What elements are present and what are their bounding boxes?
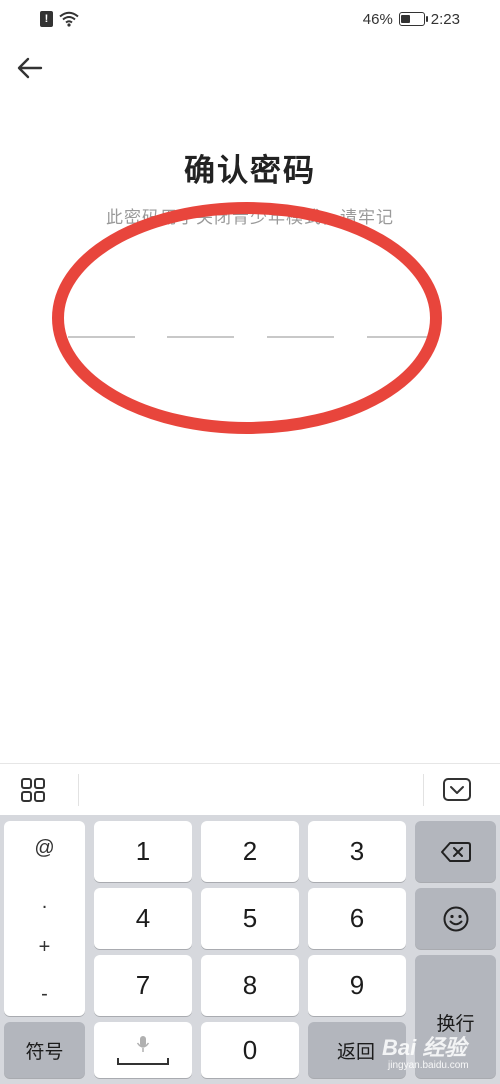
key-9[interactable]: 9	[308, 955, 406, 1016]
baidu-watermark-url: jingyan.baidu.com	[388, 1060, 469, 1071]
pin-slot-1[interactable]	[68, 336, 135, 338]
key-0[interactable]: 0	[201, 1022, 299, 1078]
symbol-key-at[interactable]: @	[4, 837, 85, 860]
grid-icon[interactable]	[18, 775, 48, 805]
emoji-button[interactable]	[415, 888, 496, 949]
backspace-icon	[440, 841, 471, 862]
key-5[interactable]: 5	[201, 888, 299, 949]
pin-slot-4[interactable]	[367, 336, 434, 338]
symbol-key-minus[interactable]: -	[4, 983, 85, 1006]
keyboard-hide-icon[interactable]	[441, 776, 473, 804]
symbol-key-plus[interactable]: +	[4, 936, 85, 959]
battery-fill	[401, 14, 411, 23]
key-2[interactable]: 2	[201, 821, 299, 882]
emoji-icon	[443, 906, 468, 931]
key-7[interactable]: 7	[94, 955, 192, 1016]
status-bar: ! 46% 2:23	[0, 0, 500, 38]
toolbar-divider-right	[423, 774, 424, 806]
symbol-key[interactable]: 符号	[4, 1022, 85, 1078]
status-left: !	[40, 10, 79, 28]
sim-alert-icon: !	[40, 11, 53, 27]
status-right: 46% 2:23	[363, 10, 460, 28]
wifi-icon	[59, 11, 79, 27]
key-1[interactable]: 1	[94, 821, 192, 882]
key-4[interactable]: 4	[94, 888, 192, 949]
baidu-watermark: Bai 经验	[382, 1035, 467, 1060]
key-6[interactable]: 6	[308, 888, 406, 949]
space-bar-icon	[117, 1057, 169, 1065]
battery-percent: 46%	[362, 10, 393, 28]
key-8[interactable]: 8	[201, 955, 299, 1016]
back-button[interactable]	[10, 48, 50, 88]
annotation-ellipse	[52, 202, 442, 434]
toolbar-divider-left	[78, 774, 79, 806]
clock: 2:23	[430, 10, 460, 28]
pin-slot-2[interactable]	[167, 336, 234, 338]
symbol-column[interactable]: @ . + -	[4, 821, 85, 1016]
symbol-key-dot[interactable]: .	[4, 891, 85, 914]
key-3[interactable]: 3	[308, 821, 406, 882]
arrow-left-icon	[17, 57, 43, 79]
battery-icon	[398, 12, 428, 26]
space-key[interactable]	[94, 1022, 192, 1078]
pin-slot-3[interactable]	[267, 336, 334, 338]
page-title: 确认密码	[184, 153, 316, 188]
keyboard-toolbar	[0, 763, 500, 815]
backspace-button[interactable]	[415, 821, 496, 882]
page-subtitle: 此密码用于关闭青少年模式，请牢记	[106, 208, 394, 227]
microphone-icon	[136, 1035, 150, 1052]
